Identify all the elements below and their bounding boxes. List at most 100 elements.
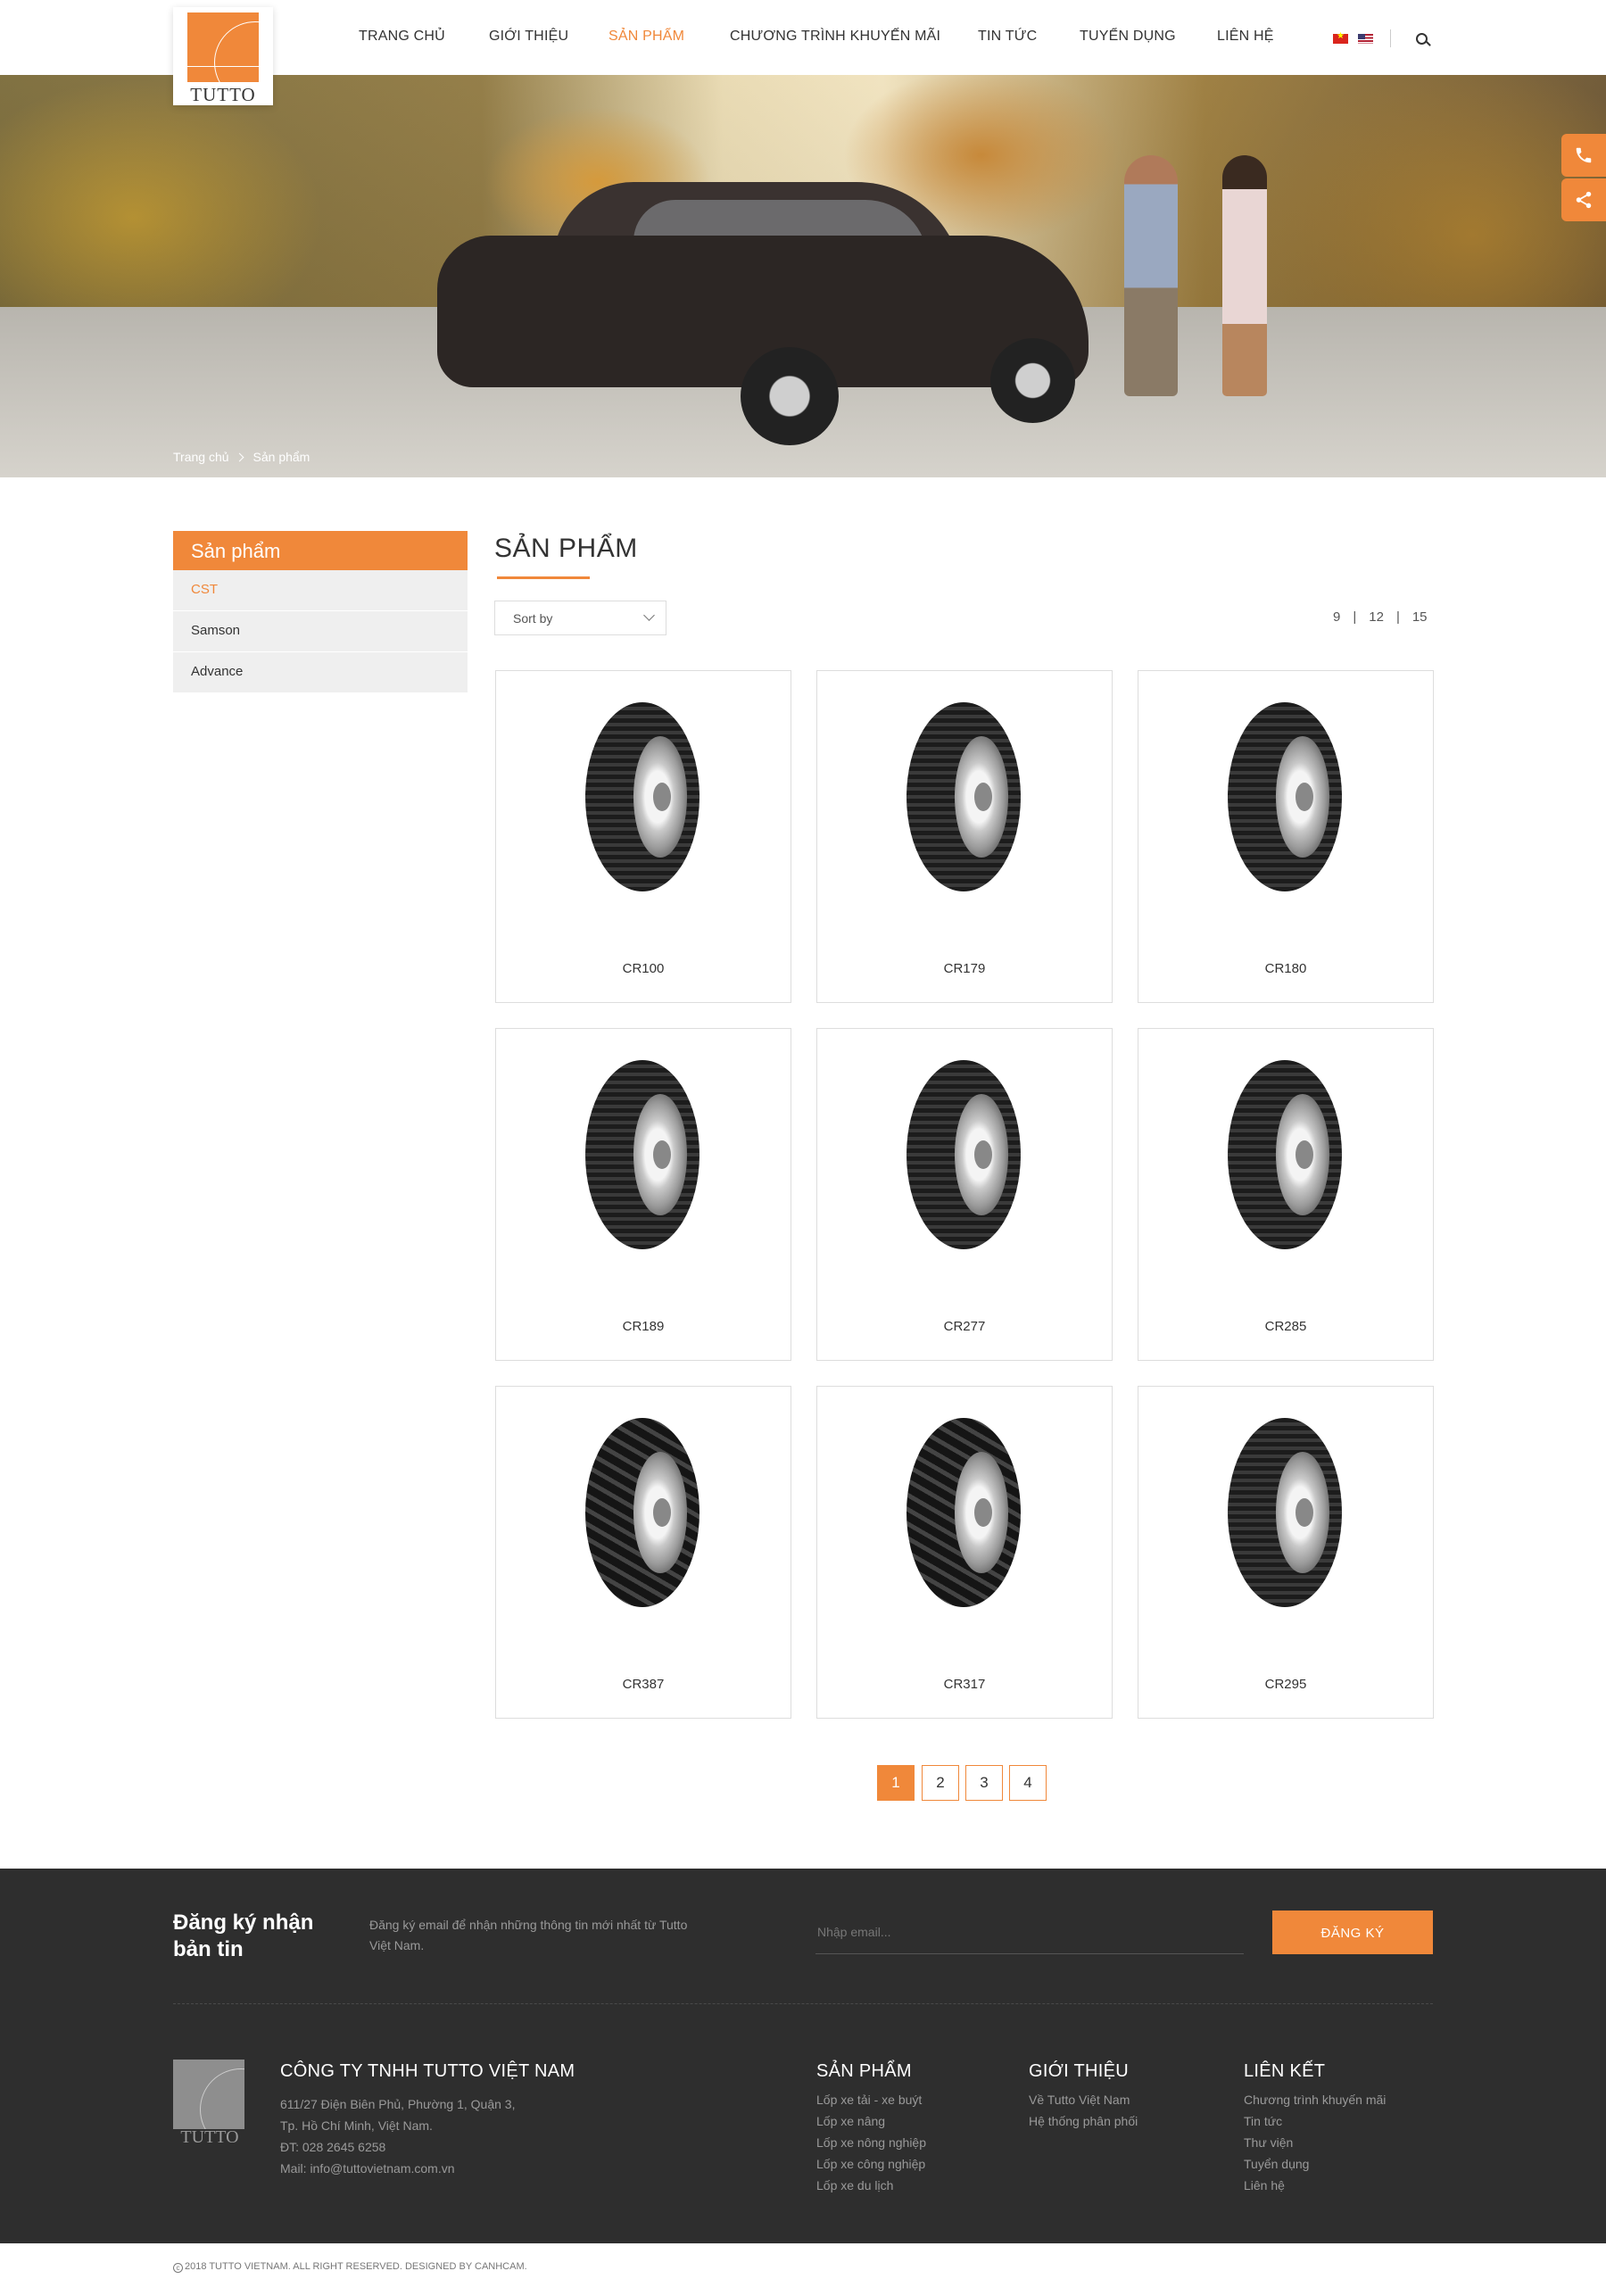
- footer-logo-mark-icon: [173, 2060, 244, 2129]
- product-name: CR295: [1264, 1677, 1307, 1692]
- product-card[interactable]: CR180: [1138, 670, 1434, 1003]
- hero-banner: [0, 75, 1606, 477]
- newsletter-title: Đăng ký nhận bản tin: [173, 1911, 314, 1961]
- copyright: c 2018 TUTTO VIETNAM. ALL RIGHT RESERVED.…: [173, 2261, 527, 2273]
- tire-image: [1228, 702, 1342, 891]
- sidebar-item-cst[interactable]: CST: [173, 570, 468, 611]
- address-line: 611/27 Điện Biên Phủ, Phường 1, Quận 3,: [280, 2097, 516, 2111]
- breadcrumb: Trang chủ Sản phẩm: [173, 450, 310, 464]
- product-card[interactable]: CR179: [816, 670, 1113, 1003]
- footer-link[interactable]: Chương trình khuyến mãi: [1244, 2089, 1386, 2110]
- product-name: CR387: [622, 1677, 665, 1692]
- footer-link[interactable]: Thư viện: [1244, 2132, 1386, 2153]
- newsletter-description: Đăng ký email để nhận những thông tin mớ…: [369, 1918, 688, 1952]
- footer-link[interactable]: Hệ thống phân phối: [1029, 2110, 1138, 2132]
- product-name: CR277: [943, 1319, 986, 1334]
- banner-car-image: [437, 182, 1089, 445]
- search-icon[interactable]: [1416, 33, 1428, 45]
- footer-link[interactable]: Lốp xe nâng: [816, 2110, 926, 2132]
- tire-image: [585, 702, 700, 891]
- nav-item-promotions[interactable]: CHƯƠNG TRÌNH KHUYẾN MÃI: [730, 29, 940, 45]
- nav-item-contact[interactable]: LIÊN HỆ: [1217, 29, 1274, 45]
- footer-logo-text: TUTTO: [180, 2127, 239, 2147]
- company-name: CÔNG TY TNHH TUTTO VIỆT NAM: [280, 2061, 575, 2081]
- chevron-right-icon: [235, 452, 244, 462]
- logo-mark-icon: [187, 12, 259, 82]
- product-card[interactable]: CR285: [1138, 1028, 1434, 1361]
- breadcrumb-current: Sản phẩm: [252, 450, 310, 464]
- per-page-option-15[interactable]: 15: [1412, 609, 1428, 625]
- site-logo[interactable]: TUTTO: [173, 7, 273, 105]
- product-card[interactable]: CR317: [816, 1386, 1113, 1719]
- footer-link[interactable]: Về Tutto Việt Nam: [1029, 2089, 1138, 2110]
- footer-link[interactable]: Lốp xe công nghiệp: [816, 2153, 926, 2175]
- footer-link[interactable]: Tin tức: [1244, 2110, 1386, 2132]
- nav-item-news[interactable]: TIN TỨC: [978, 29, 1037, 45]
- product-card[interactable]: CR295: [1138, 1386, 1434, 1719]
- product-name: CR189: [622, 1319, 665, 1334]
- sidebar-item-samson[interactable]: Samson: [173, 611, 468, 652]
- site-footer: Đăng ký nhận bản tin Đăng ký email để nh…: [0, 1869, 1606, 2243]
- copyright-text: 2018 TUTTO VIETNAM. ALL RIGHT RESERVED. …: [185, 2261, 527, 2272]
- pagination-page-1[interactable]: 1: [877, 1765, 915, 1801]
- us-flag-icon[interactable]: [1358, 34, 1373, 44]
- nav-item-home[interactable]: TRANG CHỦ: [359, 29, 445, 45]
- tire-image: [585, 1418, 700, 1607]
- nav-divider: [1390, 29, 1391, 47]
- copyright-icon: c: [173, 2263, 183, 2273]
- email-line: Mail: info@tuttovietnam.com.vn: [280, 2161, 455, 2176]
- nav-item-products[interactable]: SẢN PHẨM: [608, 29, 684, 45]
- newsletter-email-input[interactable]: [815, 1910, 1244, 1954]
- vietnam-flag-icon[interactable]: [1333, 31, 1348, 44]
- tire-image: [1228, 1418, 1342, 1607]
- phone-button[interactable]: [1561, 134, 1606, 177]
- sort-select[interactable]: Sort by: [494, 601, 666, 635]
- product-name: CR179: [943, 961, 986, 976]
- footer-logo[interactable]: TUTTO: [173, 2060, 246, 2147]
- sort-select-label: Sort by: [513, 611, 553, 626]
- footer-column-products: SẢN PHẨM Lốp xe tải - xe buýt Lốp xe nân…: [816, 2061, 926, 2196]
- footer-link[interactable]: Lốp xe du lịch: [816, 2175, 926, 2196]
- footer-divider: [173, 2003, 1433, 2004]
- nav-item-about[interactable]: GIỚI THIỆU: [489, 29, 568, 45]
- product-card[interactable]: CR277: [816, 1028, 1113, 1361]
- share-icon: [1576, 191, 1592, 209]
- sidebar-item-advance[interactable]: Advance: [173, 652, 468, 693]
- product-name: CR285: [1264, 1319, 1307, 1334]
- per-page-option-12[interactable]: 12: [1369, 609, 1384, 625]
- product-sidebar: Sản phẩm CST Samson Advance: [173, 531, 468, 693]
- breadcrumb-home[interactable]: Trang chủ: [173, 450, 229, 464]
- footer-column-about: GIỚI THIỆU Về Tutto Việt Nam Hệ thống ph…: [1029, 2061, 1138, 2132]
- product-card[interactable]: CR100: [495, 670, 791, 1003]
- footer-column-title: LIÊN KẾT: [1244, 2061, 1326, 2081]
- address-line: Tp. Hồ Chí Minh, Việt Nam.: [280, 2118, 433, 2133]
- share-button[interactable]: [1561, 178, 1606, 221]
- product-card[interactable]: CR189: [495, 1028, 791, 1361]
- sidebar-title: Sản phẩm: [173, 531, 468, 570]
- company-address: 611/27 Điện Biên Phủ, Phường 1, Quận 3, …: [280, 2093, 515, 2179]
- per-page-option-9[interactable]: 9: [1333, 609, 1340, 625]
- pagination-page-3[interactable]: 3: [965, 1765, 1003, 1801]
- product-name: CR100: [622, 961, 665, 976]
- footer-link[interactable]: Liên hệ: [1244, 2175, 1386, 2196]
- footer-column-title: SẢN PHẨM: [816, 2061, 912, 2081]
- footer-link[interactable]: Lốp xe tải - xe buýt: [816, 2089, 926, 2110]
- phone-line: ĐT: 028 2645 6258: [280, 2140, 386, 2154]
- per-page-selector: 9 | 12 | 15: [1333, 609, 1428, 625]
- pagination-page-2[interactable]: 2: [922, 1765, 959, 1801]
- product-card[interactable]: CR387: [495, 1386, 791, 1719]
- logo-text: TUTTO: [190, 84, 256, 105]
- tire-image: [1228, 1060, 1342, 1249]
- subscribe-button[interactable]: ĐĂNG KÝ: [1272, 1911, 1433, 1954]
- tire-image: [906, 1060, 1021, 1249]
- tire-image: [585, 1060, 700, 1249]
- nav-item-careers[interactable]: TUYỂN DỤNG: [1080, 29, 1176, 45]
- pagination-page-4[interactable]: 4: [1009, 1765, 1047, 1801]
- product-name: CR180: [1264, 961, 1307, 976]
- banner-person-woman: [1222, 155, 1267, 396]
- tire-image: [906, 702, 1021, 891]
- product-name: CR317: [943, 1677, 986, 1692]
- page-title: SẢN PHẨM: [494, 534, 638, 563]
- footer-link[interactable]: Tuyển dụng: [1244, 2153, 1386, 2175]
- footer-link[interactable]: Lốp xe nông nghiệp: [816, 2132, 926, 2153]
